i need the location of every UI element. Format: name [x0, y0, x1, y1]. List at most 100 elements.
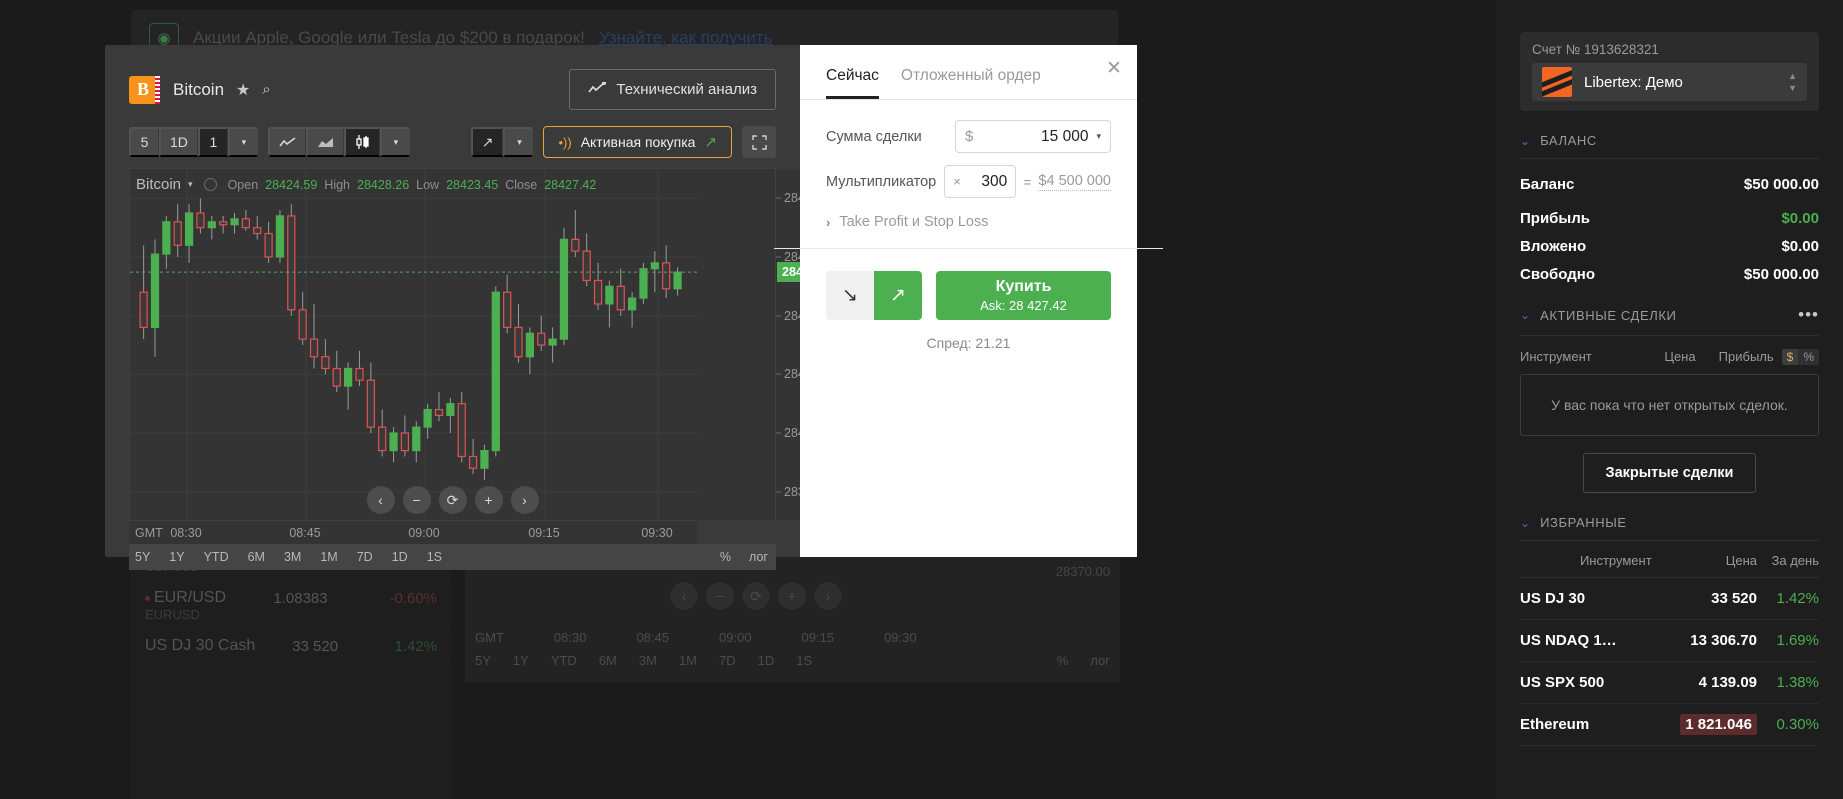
column-price: Цена	[1725, 553, 1757, 568]
minus-icon[interactable]: −	[402, 486, 431, 514]
favorites-table-header: Инструмент Цена За день	[1520, 553, 1819, 578]
table-row[interactable]: US DJ 30 33 520 1.42%	[1520, 578, 1819, 620]
active-deals-section-header[interactable]: ⌄ АКТИВНЫЕ СДЕЛКИ •••	[1520, 305, 1819, 336]
chevron-down-icon[interactable]: ▾	[503, 127, 534, 157]
chevron-right-icon[interactable]: ›	[510, 486, 539, 514]
candlestick-icon[interactable]	[343, 127, 380, 157]
time-tick-label: 09:15	[528, 526, 560, 540]
percent-scale-button[interactable]: %	[720, 550, 731, 564]
account-card: Счет № 1913628321 Libertex: Демо ▲ ▼	[1520, 32, 1819, 111]
refresh-icon[interactable]: ⟳	[742, 582, 770, 610]
ohlc-close-label: Close	[505, 177, 538, 192]
interval-1d[interactable]: 1D	[159, 127, 198, 157]
favorite-instrument: US DJ 30	[1520, 590, 1586, 607]
timezone-label: GMT	[135, 526, 163, 540]
range-button[interactable]: 1M	[679, 653, 697, 668]
range-ytd[interactable]: YTD	[204, 550, 229, 564]
minus-icon[interactable]: −	[706, 582, 734, 610]
interval-5[interactable]: 5	[129, 127, 159, 157]
area-chart-icon[interactable]	[305, 127, 344, 157]
range-button[interactable]: 5Y	[475, 653, 491, 668]
balance-section-header[interactable]: ⌄ БАЛАНС	[1520, 133, 1819, 159]
range-button[interactable]: 1Y	[513, 653, 529, 668]
list-item[interactable]: EUR/USD 1.08383 -0.60% EURUSD	[131, 582, 451, 630]
chevron-down-icon: ⌄	[1520, 515, 1531, 530]
buy-button[interactable]: Купить Ask: 28 427.42	[936, 271, 1111, 320]
plus-icon[interactable]: +	[778, 582, 806, 610]
multiplier-input[interactable]: × 300	[944, 165, 1017, 198]
close-icon[interactable]: ✕	[1103, 57, 1125, 79]
range-button[interactable]: 6M	[599, 653, 617, 668]
ohlc-low-label: Low	[416, 177, 440, 192]
spinner-icon[interactable]: ▲ ▼	[1788, 71, 1797, 93]
range-button[interactable]: 1D	[758, 653, 775, 668]
range-1d[interactable]: 1D	[392, 550, 408, 564]
table-row[interactable]: US NDAQ 1… 13 306.70 1.69%	[1520, 620, 1819, 662]
table-row[interactable]: US SPX 500 4 139.09 1.38%	[1520, 662, 1819, 704]
axis-tick-mark	[776, 373, 781, 375]
table-row[interactable]: Ethereum 1 821.046 0.30%	[1520, 704, 1819, 746]
arrow-down-right-icon[interactable]: ↘	[826, 271, 874, 320]
watchlist-change: 1.42%	[394, 637, 437, 655]
chart-plot-area[interactable]: Bitcoin ▾ Open 28424.59 High 28428.26 Lo…	[129, 168, 854, 521]
list-item[interactable]: US DJ 30 Cash 33 520 1.42%	[131, 630, 451, 663]
range-6m[interactable]: 6M	[248, 550, 265, 564]
eye-icon[interactable]	[203, 178, 217, 191]
ohlc-high-label: High	[324, 177, 351, 192]
time-tick: 09:30	[884, 630, 917, 645]
range-1m[interactable]: 1M	[320, 550, 337, 564]
multiply-symbol: ×	[953, 174, 961, 189]
chevron-left-icon[interactable]: ‹	[670, 582, 698, 610]
range-7d[interactable]: 7D	[357, 550, 373, 564]
range-button[interactable]: 1S	[796, 653, 812, 668]
chevron-down-icon[interactable]: ▾	[188, 179, 193, 190]
take-profit-stop-loss-label: Take Profit и Stop Loss	[839, 214, 989, 230]
toggle-percent[interactable]: %	[1798, 349, 1819, 365]
range-3m[interactable]: 3M	[284, 550, 301, 564]
technical-analysis-button[interactable]: Технический анализ	[569, 69, 776, 110]
active-buy-signal-button[interactable]: •)) Активная покупка ↗	[543, 126, 732, 158]
range-button[interactable]: 3M	[639, 653, 657, 668]
range-button[interactable]: 7D	[719, 653, 736, 668]
line-chart-icon[interactable]	[267, 127, 306, 157]
favorites-section-header[interactable]: ⌄ ИЗБРАННЫЕ	[1520, 515, 1819, 541]
trade-amount-input[interactable]: $ 15 000 ▾	[955, 120, 1111, 153]
tab-now[interactable]: Сейчас	[826, 67, 879, 99]
arrow-up-right-icon[interactable]: ↗	[470, 127, 504, 157]
take-profit-stop-loss-toggle[interactable]: › Take Profit и Stop Loss	[826, 210, 1111, 248]
fullscreen-icon[interactable]	[742, 126, 776, 158]
background-chart-price: 28370.00	[1055, 564, 1110, 579]
chevron-down-icon[interactable]: ▾	[379, 127, 410, 157]
interval-1[interactable]: 1	[197, 127, 228, 157]
chevron-left-icon[interactable]: ‹	[366, 486, 395, 514]
log-scale-button[interactable]: лог	[1090, 653, 1110, 668]
axis-tick-mark	[776, 315, 781, 317]
time-tick: GMT	[475, 630, 504, 645]
time-tick: 08:45	[636, 630, 669, 645]
search-icon[interactable]: ⌕	[262, 81, 270, 98]
range-1s[interactable]: 1S	[427, 550, 442, 564]
log-scale-button[interactable]: лог	[749, 550, 768, 564]
account-selector[interactable]: Libertex: Демо ▲ ▼	[1532, 63, 1807, 101]
chart-instrument-title: Bitcoin	[173, 79, 225, 99]
chevron-down-icon[interactable]: ▾	[227, 127, 258, 157]
star-icon[interactable]: ★	[236, 80, 250, 100]
range-button[interactable]: YTD	[551, 653, 577, 668]
range-1y[interactable]: 1Y	[169, 550, 184, 564]
profit-row: Прибыль $0.00	[1520, 210, 1819, 227]
range-5y[interactable]: 5Y	[135, 550, 150, 564]
refresh-icon[interactable]: ⟳	[438, 486, 467, 514]
chevron-down-icon[interactable]: ▾	[1096, 131, 1101, 142]
multiplier-row: Мультипликатор × 300 = $4 500 000	[826, 165, 1111, 198]
tab-pending-order[interactable]: Отложенный ордер	[901, 67, 1041, 99]
more-options-icon[interactable]: •••	[1798, 305, 1819, 325]
candlestick-series	[130, 169, 698, 521]
chevron-right-icon[interactable]: ›	[814, 582, 842, 610]
closed-deals-button[interactable]: Закрытые сделки	[1582, 453, 1757, 493]
position-total-value: $4 500 000	[1038, 172, 1111, 191]
percent-scale-button[interactable]: %	[1057, 653, 1069, 668]
plus-icon[interactable]: +	[474, 486, 503, 514]
right-sidebar: Счет № 1913628321 Libertex: Демо ▲ ▼ ⌄ Б…	[1496, 0, 1843, 799]
arrow-up-right-icon[interactable]: ↗	[874, 271, 922, 320]
toggle-dollar[interactable]: $	[1781, 349, 1799, 365]
